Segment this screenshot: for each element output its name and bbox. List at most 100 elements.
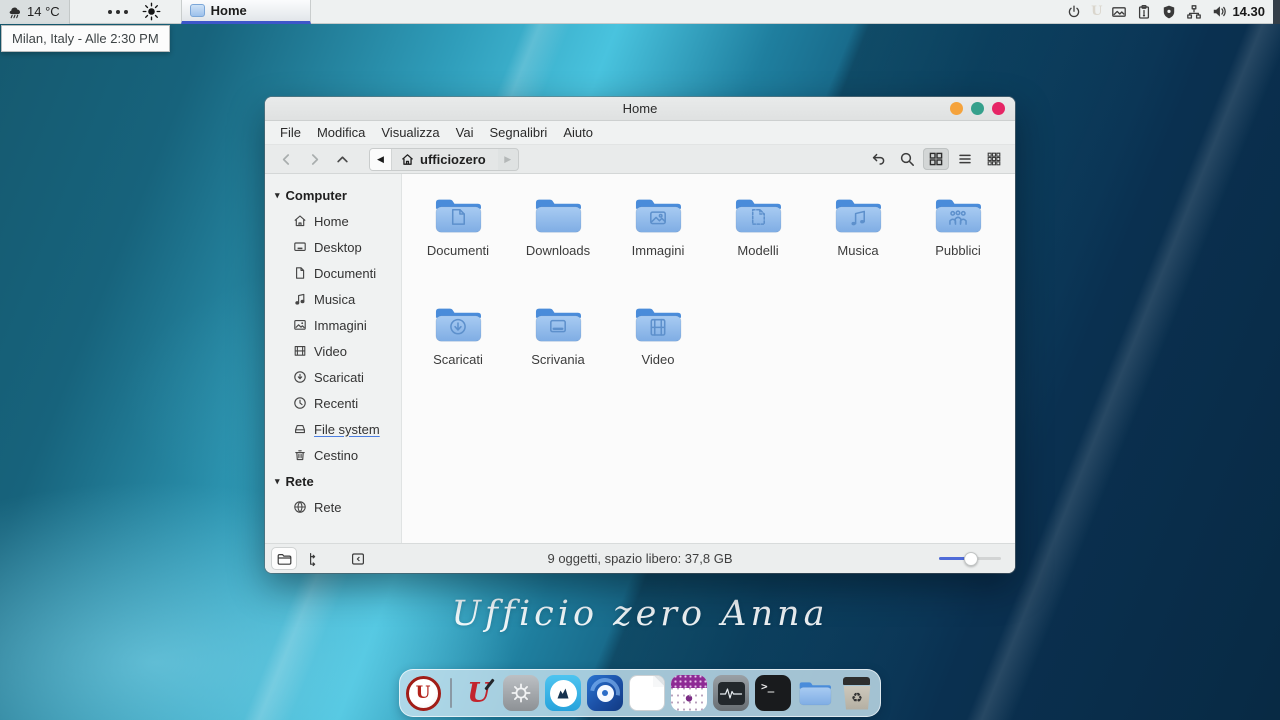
dock-uz-writer-icon[interactable]: U xyxy=(460,674,498,712)
close-button[interactable] xyxy=(992,102,1005,115)
titlebar[interactable]: Home xyxy=(265,97,1015,121)
folder-icon xyxy=(531,192,585,238)
taskbar-item-home[interactable]: Home xyxy=(181,0,311,24)
folder-label: Scrivania xyxy=(531,352,584,367)
list-view-button[interactable] xyxy=(952,148,978,170)
sidebar-item-cestino[interactable]: Cestino xyxy=(275,442,401,468)
folder-label: Modelli xyxy=(737,243,778,258)
network-icon[interactable] xyxy=(1186,4,1202,20)
home-icon xyxy=(400,152,415,167)
sidebar-item-home[interactable]: Home xyxy=(275,208,401,234)
menu-vai[interactable]: Vai xyxy=(449,123,481,142)
sidebar-item-documenti[interactable]: Documenti xyxy=(275,260,401,286)
breadcrumb-forward-icon[interactable]: ▶ xyxy=(498,149,518,170)
clipboard-icon[interactable] xyxy=(1136,4,1152,20)
screenshot-icon[interactable] xyxy=(1111,4,1127,20)
sidebar-item-desktop[interactable]: Desktop xyxy=(275,234,401,260)
folder-label: Video xyxy=(641,352,674,367)
folder-pubblici[interactable]: Pubblici xyxy=(908,188,1008,297)
panel-edge-widget[interactable] xyxy=(1273,0,1280,24)
desktop: 14 °C Home U 14.30 Milan, Italy - Alle 2… xyxy=(0,0,1280,720)
folder-icon xyxy=(931,192,985,238)
folder-label: Downloads xyxy=(526,243,590,258)
volume-icon[interactable] xyxy=(1211,3,1228,20)
sidebar-section-rete[interactable]: ▾Rete xyxy=(275,468,401,494)
statusbar: 9 oggetti, spazio libero: 37,8 GB xyxy=(265,543,1015,573)
sidebar-item-scaricati[interactable]: Scaricati xyxy=(275,364,401,390)
back-button[interactable] xyxy=(273,148,299,170)
weather-widget[interactable]: 14 °C xyxy=(0,0,70,24)
uz-letter-icon[interactable]: U xyxy=(1091,4,1102,19)
places-sidebar: ▾ComputerHomeDesktopDocumentiMusicaImmag… xyxy=(265,174,402,543)
dock-settings-icon[interactable] xyxy=(502,674,540,712)
sidebar-item-immagini[interactable]: Immagini xyxy=(275,312,401,338)
folder-musica[interactable]: Musica xyxy=(808,188,908,297)
dock-calendar-icon[interactable] xyxy=(670,674,708,712)
menu-file[interactable]: File xyxy=(273,123,308,142)
sidebar-item-file-system[interactable]: File system xyxy=(275,416,401,442)
menubar: FileModificaVisualizzaVaiSegnalibriAiuto xyxy=(265,121,1015,145)
folder-icon xyxy=(531,301,585,347)
folder-icon xyxy=(431,192,485,238)
home-icon xyxy=(292,214,307,228)
zoom-slider-handle[interactable] xyxy=(964,552,978,566)
folder-label: Pubblici xyxy=(935,243,981,258)
reload-button[interactable] xyxy=(865,148,891,170)
icon-view-button[interactable] xyxy=(923,148,949,170)
shield-icon[interactable] xyxy=(1161,4,1177,20)
menu-aiuto[interactable]: Aiuto xyxy=(556,123,600,142)
dock-terminal-icon[interactable]: >_ xyxy=(754,674,792,712)
desktop-icon xyxy=(292,240,307,254)
folder-modelli[interactable]: Modelli xyxy=(708,188,808,297)
toolbar: ◀ ufficiozero ▶ xyxy=(265,145,1015,174)
dock: UU >_ ♻ xyxy=(399,669,881,717)
dock-thunderbird-mail-icon[interactable] xyxy=(586,674,624,712)
sidebar-item-rete[interactable]: Rete xyxy=(275,494,401,520)
folder-icon xyxy=(731,192,785,238)
folder-icon xyxy=(431,301,485,347)
folder-scaricati[interactable]: Scaricati xyxy=(408,297,508,406)
panel-menu-icon[interactable] xyxy=(108,10,128,14)
sidebar-item-recenti[interactable]: Recenti xyxy=(275,390,401,416)
document-icon xyxy=(292,266,307,280)
top-panel: 14 °C Home U 14.30 xyxy=(0,0,1280,24)
folder-view[interactable]: Documenti Downloads Immagini Modelli Musica P… xyxy=(402,174,1015,543)
menu-visualizza[interactable]: Visualizza xyxy=(374,123,446,142)
folder-immagini[interactable]: Immagini xyxy=(608,188,708,297)
maximize-button[interactable] xyxy=(971,102,984,115)
brightness-icon[interactable] xyxy=(142,2,161,21)
folder-video[interactable]: Video xyxy=(608,297,708,406)
forward-button[interactable] xyxy=(301,148,327,170)
collapse-triangle-icon: ▾ xyxy=(275,190,280,201)
dock-system-monitor-icon[interactable] xyxy=(712,674,750,712)
minimize-button[interactable] xyxy=(950,102,963,115)
system-tray: U xyxy=(1066,3,1232,20)
menu-modifica[interactable]: Modifica xyxy=(310,123,372,142)
dock-text-editor-icon[interactable] xyxy=(628,674,666,712)
clock-icon xyxy=(292,396,307,410)
search-button[interactable] xyxy=(894,148,920,170)
power-icon[interactable] xyxy=(1066,4,1082,20)
sidebar-item-video[interactable]: Video xyxy=(275,338,401,364)
zoom-slider[interactable] xyxy=(939,557,1001,560)
folder-scrivania[interactable]: Scrivania xyxy=(508,297,608,406)
breadcrumb-back-icon[interactable]: ◀ xyxy=(370,149,392,170)
dock-file-manager-icon[interactable] xyxy=(796,674,834,712)
compact-view-button[interactable] xyxy=(981,148,1007,170)
image-icon xyxy=(292,318,307,332)
breadcrumb-segment-home[interactable]: ufficiozero xyxy=(392,149,498,170)
sidebar-section-computer[interactable]: ▾Computer xyxy=(275,182,401,208)
sidebar-item-musica[interactable]: Musica xyxy=(275,286,401,312)
dock-trash-icon[interactable]: ♻ xyxy=(838,674,876,712)
up-button[interactable] xyxy=(329,148,355,170)
folder-documenti[interactable]: Documenti xyxy=(408,188,508,297)
drive-icon xyxy=(292,422,307,436)
globe-icon xyxy=(292,500,307,514)
menu-segnalibri[interactable]: Segnalibri xyxy=(483,123,555,142)
panel-clock[interactable]: 14.30 xyxy=(1232,4,1265,19)
window-title: Home xyxy=(265,101,1015,116)
dock-ufficiozero-launcher-icon[interactable]: U xyxy=(404,674,442,712)
folder-downloads[interactable]: Downloads xyxy=(508,188,608,297)
dock-librewolf-browser-icon[interactable] xyxy=(544,674,582,712)
film-icon xyxy=(292,344,307,358)
